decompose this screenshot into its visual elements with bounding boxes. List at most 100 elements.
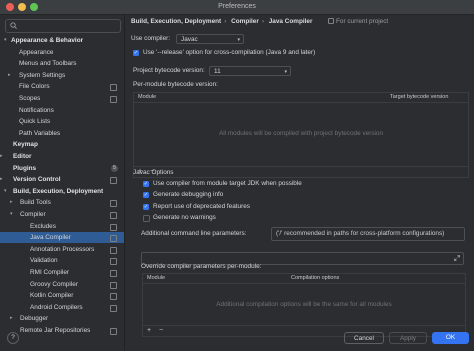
javac-option-label: Use compiler from module target JDK when…	[153, 180, 302, 187]
ok-button[interactable]: OK	[432, 332, 469, 344]
sidebar-item[interactable]: Keymap	[0, 139, 124, 150]
javac-option-checkbox[interactable]: ✓	[143, 181, 149, 187]
breadcrumb-item: Java Compiler	[268, 18, 313, 25]
table-header: Module Target bytecode version	[134, 93, 468, 103]
chevron-down-icon: ▾	[284, 69, 287, 75]
sidebar-item[interactable]: ▸ Editor	[0, 151, 124, 162]
column-compilation-options[interactable]: Compilation options	[291, 274, 339, 283]
compiler-select[interactable]: Javac ▾	[176, 34, 244, 44]
sidebar-item-label: Quick Lists	[19, 118, 51, 126]
sidebar-item[interactable]: Excludes	[0, 221, 124, 232]
sidebar-item[interactable]: Appearance	[0, 47, 124, 58]
chevron-right-icon[interactable]: ▸	[8, 70, 14, 81]
sidebar-item[interactable]: Groovy Compiler	[0, 279, 124, 290]
window-title: Preferences	[218, 3, 256, 10]
sidebar-item[interactable]: Quick Lists	[0, 116, 124, 127]
sidebar-item-label: Plugins	[13, 164, 37, 172]
chevron-down-icon: ▾	[237, 37, 240, 43]
additional-params-label: Additional command line parameters:	[141, 230, 247, 237]
additional-params-input[interactable]: ('/' recommended in paths for cross-plat…	[271, 227, 465, 241]
sidebar-item[interactable]: Annotation Processors	[0, 244, 124, 255]
javac-option-label: Generate debugging info	[153, 191, 224, 199]
sidebar-item-label: Excludes	[30, 222, 56, 230]
sidebar-item[interactable]: Plugins 5	[0, 163, 124, 174]
chevron-right-icon[interactable]: ▸	[0, 151, 6, 162]
project-scope-icon	[110, 212, 117, 219]
release-option-checkbox[interactable]: ✓	[133, 50, 139, 56]
sidebar-item[interactable]: File Colors	[0, 81, 124, 92]
project-scope-icon	[110, 200, 117, 208]
sidebar-item-label: Menus and Toolbars	[19, 60, 77, 68]
chevron-down-icon[interactable]: ▾	[10, 209, 16, 220]
sidebar-item-label: Appearance & Behavior	[11, 37, 84, 44]
cancel-button[interactable]: Cancel	[344, 332, 384, 344]
sidebar-item-label: File Colors	[19, 83, 50, 91]
sidebar-item-label: Scopes	[19, 95, 41, 102]
chevron-down-icon[interactable]: ▾	[4, 186, 10, 197]
sidebar-item[interactable]: ▸ System Settings	[0, 70, 124, 81]
add-override-button[interactable]: +	[147, 326, 151, 336]
sidebar-item[interactable]: Java Compiler	[0, 232, 124, 244]
javac-option-checkbox[interactable]: ✓	[143, 192, 149, 199]
project-icon	[328, 17, 334, 24]
preferences-window: Preferences ▾ Appearance & Behavior Appear…	[0, 0, 474, 351]
sidebar-item-label: Kotlin Compiler	[30, 292, 74, 300]
project-scope-icon	[110, 293, 117, 301]
column-module[interactable]: Module	[147, 274, 165, 283]
sidebar-item[interactable]: Kotlin Compiler	[0, 290, 124, 301]
settings-content: Build, Execution, Deployment › Compiler › …	[125, 15, 474, 351]
sidebar-item[interactable]: ▾ Compiler	[0, 209, 124, 220]
sidebar-item-label: Path Variables	[19, 129, 61, 137]
use-compiler-label: Use compiler:	[131, 35, 171, 42]
sidebar-item[interactable]: Notifications	[0, 105, 124, 116]
bytecode-version-select[interactable]: 11 ▾	[209, 66, 291, 76]
sidebar-item[interactable]: Scopes	[0, 93, 124, 104]
sidebar-item-label: Build Tools	[20, 199, 51, 207]
project-scope-icon	[110, 281, 117, 289]
column-module[interactable]: Module	[138, 93, 156, 102]
sidebar-item-label: Validation	[30, 257, 58, 265]
sidebar-item-label: Groovy Compiler	[30, 280, 78, 288]
project-scope-icon	[110, 304, 117, 312]
chevron-right-icon[interactable]: ▸	[0, 174, 6, 185]
sidebar-item-label: Build, Execution, Deployment	[13, 187, 104, 195]
help-button[interactable]: ?	[7, 332, 19, 344]
sidebar-item[interactable]: Validation	[0, 255, 124, 266]
javac-option-checkbox[interactable]	[143, 214, 150, 222]
breadcrumb-item[interactable]: Build, Execution, Deployment	[131, 18, 221, 25]
column-target-bytecode[interactable]: Target bytecode version	[390, 93, 448, 102]
table-toolbar: + −	[134, 166, 468, 177]
chevron-down-icon[interactable]: ▾	[4, 35, 10, 46]
empty-table-text: All modules will be compiled with projec…	[218, 130, 384, 137]
module-bytecode-table: Module Target bytecode version All modul…	[133, 92, 469, 178]
sidebar-item[interactable]: Menus and Toolbars	[0, 58, 124, 69]
breadcrumb-item[interactable]: Compiler	[231, 18, 259, 25]
apply-button[interactable]: Apply	[389, 332, 427, 344]
sidebar-item[interactable]: Android Compilers	[0, 302, 124, 313]
chevron-right-icon[interactable]: ▸	[10, 313, 16, 324]
sidebar-item[interactable]: ▸ Version Control	[0, 174, 124, 185]
scope-indicator: For current project	[328, 17, 388, 27]
settings-search-input[interactable]	[5, 19, 121, 33]
remove-override-button[interactable]: −	[159, 326, 163, 336]
bytecode-version-value: 11	[214, 68, 221, 75]
sidebar-item[interactable]: ▾ Appearance & Behavior	[0, 35, 124, 46]
sidebar-item[interactable]: ▾ Build, Execution, Deployment	[0, 186, 124, 197]
javac-section-title: Javac Options	[133, 169, 174, 176]
sidebar-item-label: Compiler	[20, 211, 46, 218]
sidebar-item[interactable]: Remote Jar Repositories	[0, 325, 124, 336]
sidebar-item[interactable]: Path Variables	[0, 128, 124, 139]
sidebar-item-label: Debugger	[20, 315, 49, 323]
project-scope-icon	[110, 270, 117, 277]
sidebar-item[interactable]: ▸ Debugger	[0, 313, 124, 324]
sidebar-item[interactable]: RMI Compiler	[0, 267, 124, 278]
expand-icon[interactable]	[454, 255, 460, 261]
sidebar-item[interactable]: ▸ Build Tools	[0, 197, 124, 208]
scope-label: For current project	[336, 18, 389, 25]
breadcrumb-separator: ›	[261, 18, 264, 25]
javac-option-checkbox[interactable]: ✓	[143, 203, 149, 210]
chevron-right-icon[interactable]: ▸	[10, 197, 16, 208]
sidebar-item-label: Java Compiler	[30, 234, 71, 242]
title-bar: Preferences	[0, 0, 474, 15]
search-icon	[10, 22, 17, 29]
